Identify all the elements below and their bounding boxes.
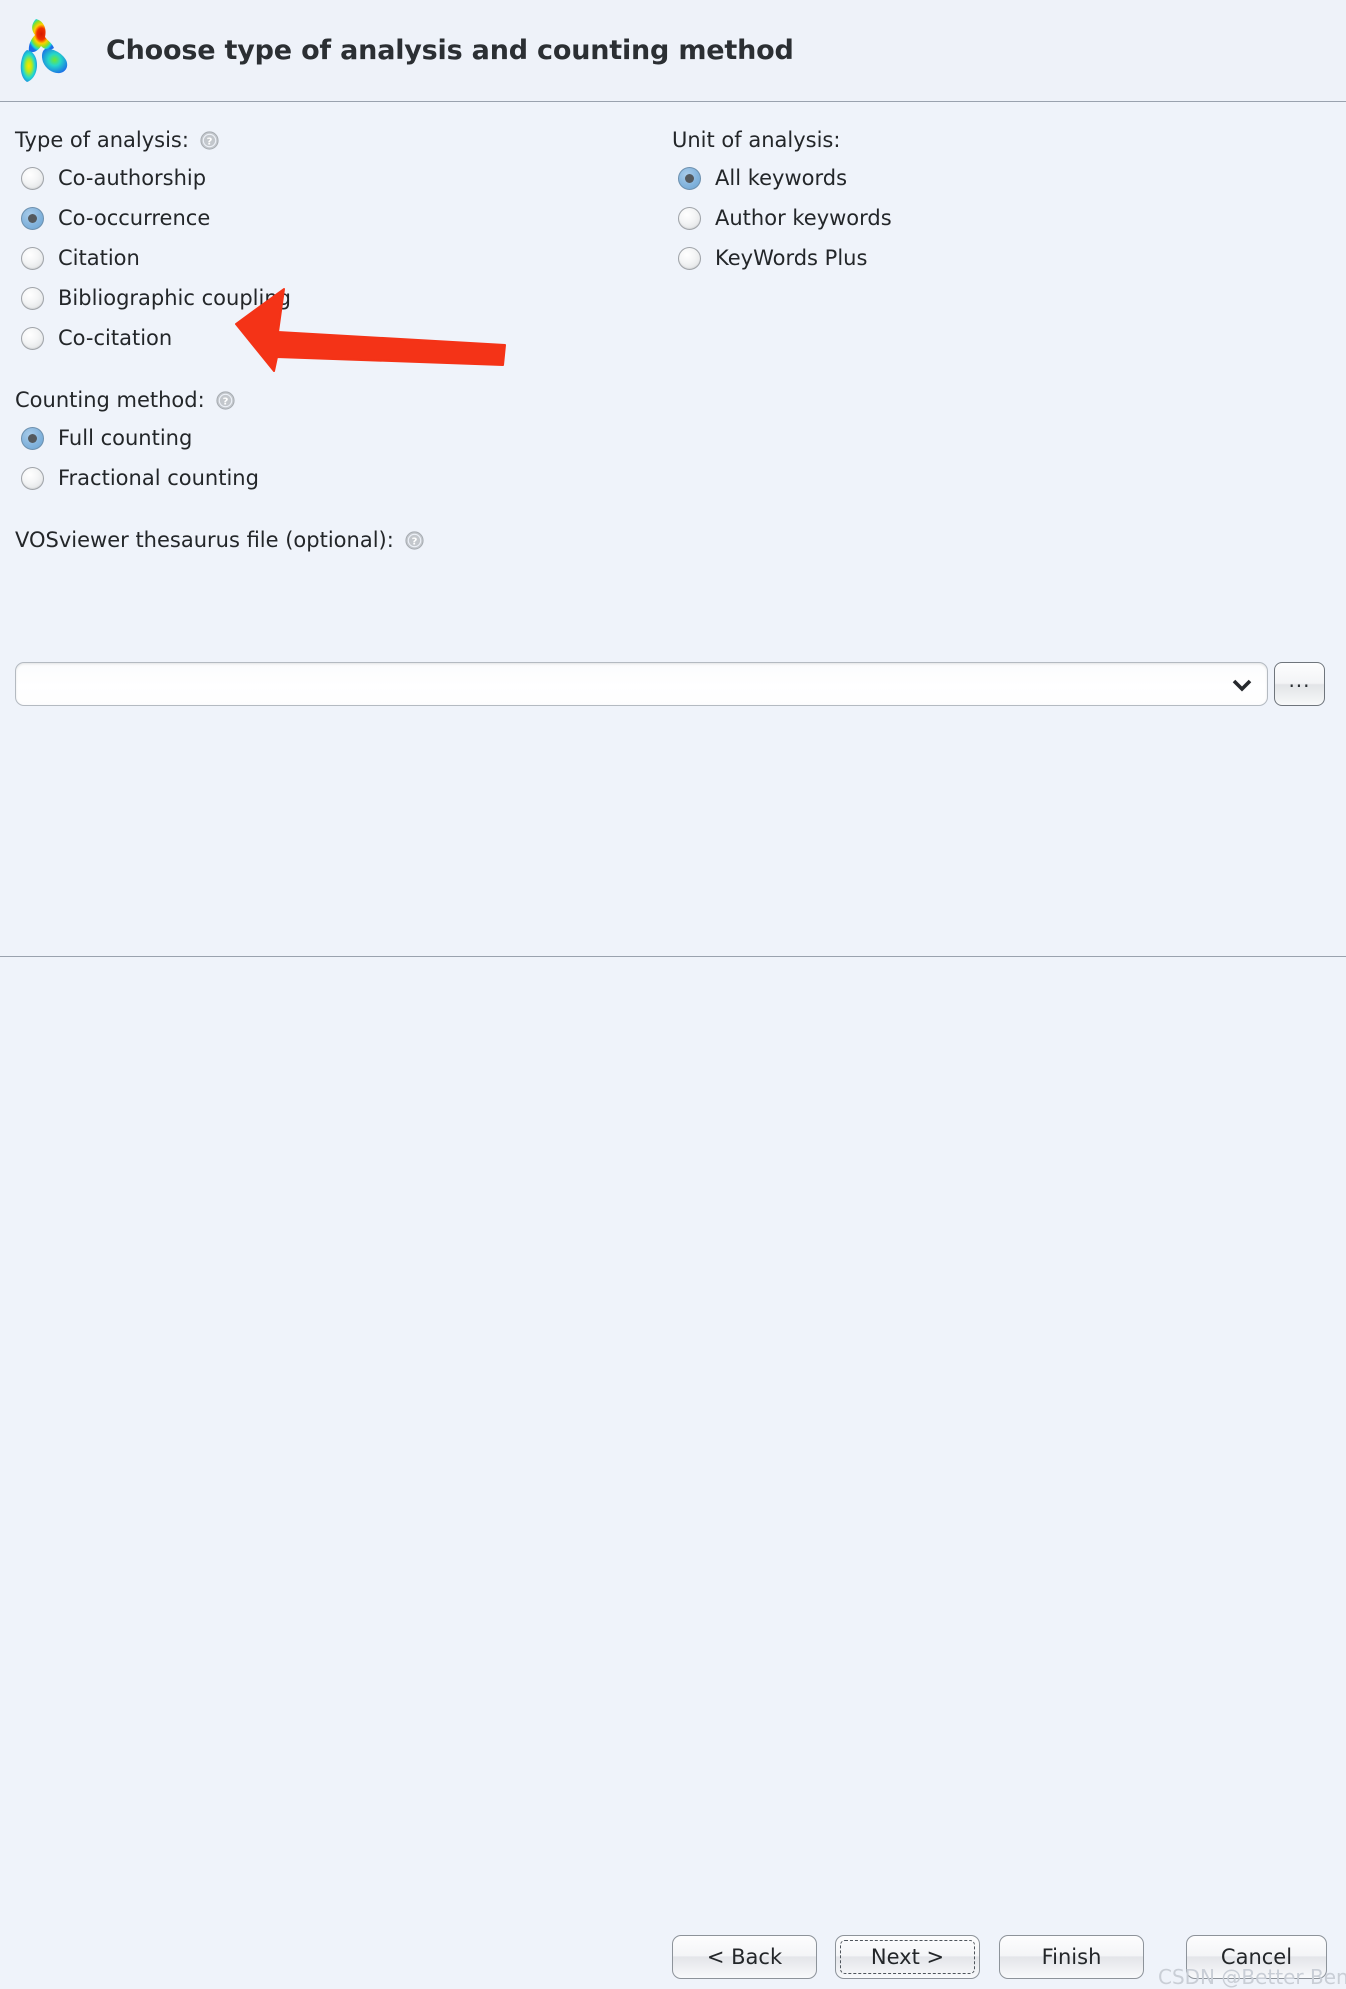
dialog-header: Choose type of analysis and counting met… xyxy=(0,0,1346,101)
radio-mark-co-occurrence[interactable] xyxy=(21,206,44,230)
svg-text:?: ? xyxy=(411,536,417,547)
radio-mark-full-counting[interactable] xyxy=(21,426,44,450)
help-question-icon-counting-method[interactable]: ? xyxy=(216,390,235,410)
next-button-label: Next > xyxy=(870,1945,945,1969)
dialog-footer: < Back Next > Finish Cancel CSDN @Better… xyxy=(0,957,1346,1989)
radio-co-citation[interactable]: Co-citation xyxy=(21,326,172,350)
type-of-analysis-label: Type of analysis: ? xyxy=(15,128,219,152)
radio-mark-bibliographic-coupling[interactable] xyxy=(21,286,44,310)
ellipsis-icon: ... xyxy=(1288,667,1311,692)
radio-label-full-counting: Full counting xyxy=(58,426,193,450)
radio-bibliographic-coupling[interactable]: Bibliographic coupling xyxy=(21,286,291,310)
finish-button-label: Finish xyxy=(1041,1945,1102,1969)
radio-mark-all-keywords[interactable] xyxy=(678,166,701,190)
radio-co-occurrence[interactable]: Co-occurrence xyxy=(21,206,210,230)
dialog-body: Type of analysis: ? Co-authorship Co-occ… xyxy=(0,102,1346,956)
unit-of-analysis-label: Unit of analysis: xyxy=(672,128,840,152)
radio-fractional-counting[interactable]: Fractional counting xyxy=(21,466,259,490)
radio-mark-fractional-counting[interactable] xyxy=(21,466,44,490)
radio-mark-keywords-plus[interactable] xyxy=(678,246,701,270)
radio-mark-co-citation[interactable] xyxy=(21,326,44,350)
help-question-icon-thesaurus[interactable]: ? xyxy=(405,530,424,550)
radio-mark-author-keywords[interactable] xyxy=(678,206,701,230)
back-button[interactable]: < Back xyxy=(672,1935,817,1979)
back-button-label: < Back xyxy=(706,1945,783,1969)
radio-keywords-plus[interactable]: KeyWords Plus xyxy=(678,246,867,270)
radio-label-fractional-counting: Fractional counting xyxy=(58,466,259,490)
help-question-icon-type-of-analysis[interactable]: ? xyxy=(200,130,219,150)
radio-label-bibliographic-coupling: Bibliographic coupling xyxy=(58,286,291,310)
radio-author-keywords[interactable]: Author keywords xyxy=(678,206,892,230)
radio-label-co-occurrence: Co-occurrence xyxy=(58,206,211,230)
svg-text:?: ? xyxy=(207,136,213,147)
radio-label-keywords-plus: KeyWords Plus xyxy=(715,246,868,270)
counting-method-label: Counting method: ? xyxy=(15,388,235,412)
radio-label-all-keywords: All keywords xyxy=(715,166,848,190)
radio-mark-citation[interactable] xyxy=(21,246,44,270)
counting-method-label-text: Counting method: xyxy=(15,388,205,412)
finish-button[interactable]: Finish xyxy=(999,1935,1144,1979)
radio-all-keywords[interactable]: All keywords xyxy=(678,166,847,190)
vosviewer-heatmap-logo-icon xyxy=(14,15,76,87)
radio-co-authorship[interactable]: Co-authorship xyxy=(21,166,206,190)
radio-label-author-keywords: Author keywords xyxy=(715,206,892,230)
svg-text:?: ? xyxy=(222,396,228,407)
thesaurus-file-label: VOSviewer thesaurus file (optional): ? xyxy=(15,528,424,552)
thesaurus-file-combobox[interactable] xyxy=(15,662,1268,706)
type-of-analysis-label-text: Type of analysis: xyxy=(15,128,189,152)
dialog-title: Choose type of analysis and counting met… xyxy=(106,35,794,66)
unit-of-analysis-label-text: Unit of analysis: xyxy=(672,128,841,152)
radio-label-co-citation: Co-citation xyxy=(58,326,173,350)
radio-mark-co-authorship[interactable] xyxy=(21,166,44,190)
browse-thesaurus-file-button[interactable]: ... xyxy=(1274,662,1325,706)
thesaurus-file-label-text: VOSviewer thesaurus file (optional): xyxy=(15,528,394,552)
next-button[interactable]: Next > xyxy=(835,1935,980,1979)
chevron-down-icon[interactable] xyxy=(1231,675,1253,695)
radio-full-counting[interactable]: Full counting xyxy=(21,426,192,450)
radio-citation[interactable]: Citation xyxy=(21,246,140,270)
radio-label-citation: Citation xyxy=(58,246,140,270)
watermark-text: CSDN @Better Bench xyxy=(1158,1965,1346,1989)
radio-label-co-authorship: Co-authorship xyxy=(58,166,207,190)
